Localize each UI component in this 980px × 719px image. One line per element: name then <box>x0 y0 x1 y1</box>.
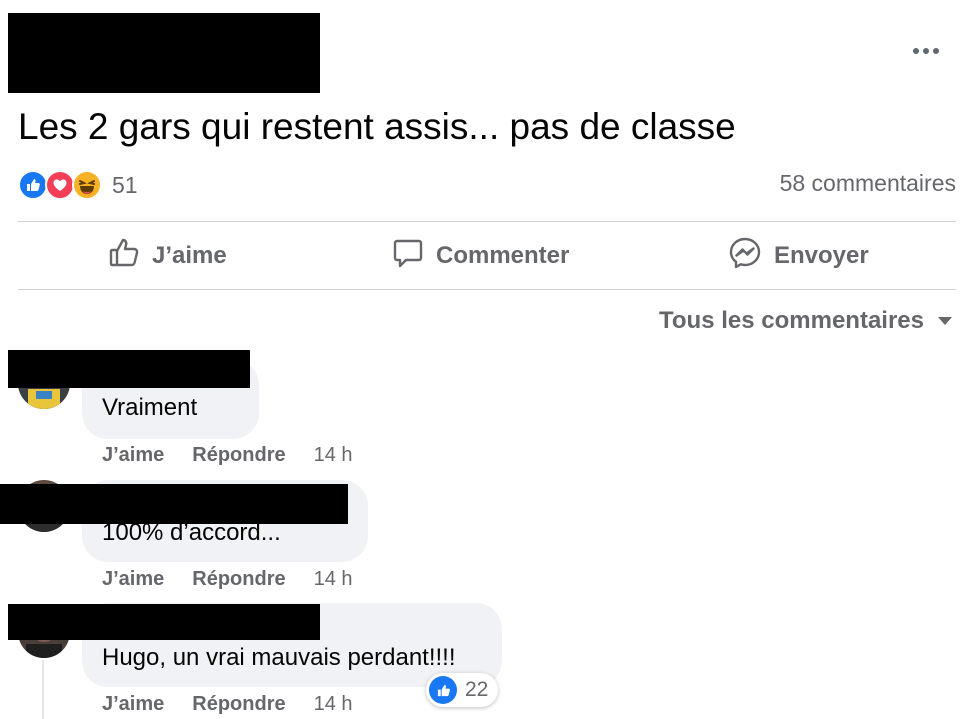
comments-count[interactable]: 58 commentaires <box>780 170 956 197</box>
comment-actions: J’aime Répondre 14 h <box>102 442 353 468</box>
like-icon <box>18 170 48 200</box>
comment-text: 100% d’accord... <box>102 519 281 546</box>
like-icon <box>429 676 457 704</box>
comment-button-label: Commenter <box>436 242 570 269</box>
more-options-icon[interactable] <box>908 40 944 62</box>
thumbs-up-icon <box>108 237 140 276</box>
comment-reply-link[interactable]: Répondre <box>192 444 285 467</box>
post-text: Les 2 gars qui restent assis... pas de c… <box>18 106 736 147</box>
like-button-label: J’aime <box>152 242 227 269</box>
like-button[interactable]: J’aime <box>108 236 227 276</box>
reply-thread-line <box>42 660 44 719</box>
comment-like-count: 22 <box>465 678 489 701</box>
comment-like-link[interactable]: J’aime <box>102 568 164 591</box>
comment-reply-link[interactable]: Répondre <box>192 568 285 591</box>
divider-bottom <box>18 289 956 290</box>
messenger-icon <box>728 236 762 277</box>
comment-reaction-badge[interactable]: 22 <box>426 673 499 707</box>
comment-timestamp[interactable]: 14 h <box>314 444 353 467</box>
send-button-label: Envoyer <box>774 242 869 269</box>
comment-bubble-icon <box>392 237 424 276</box>
reactions-summary[interactable]: 51 <box>18 167 138 203</box>
comment-filter-dropdown[interactable]: Tous les commentaires <box>659 303 952 339</box>
comment-button[interactable]: Commenter <box>392 236 569 276</box>
redacted-commenter-name <box>8 350 250 388</box>
comment-timestamp[interactable]: 14 h <box>314 568 353 591</box>
comment-timestamp[interactable]: 14 h <box>314 693 353 716</box>
redacted-author-name <box>8 13 320 93</box>
comment-reply-link[interactable]: Répondre <box>192 693 285 716</box>
haha-icon <box>72 170 102 200</box>
redacted-commenter-name <box>8 604 320 640</box>
love-icon <box>45 170 75 200</box>
send-button[interactable]: Envoyer <box>728 236 869 276</box>
comment-text: Vraiment <box>102 394 198 421</box>
comment-like-link[interactable]: J’aime <box>102 444 164 467</box>
comment-filter-label: Tous les commentaires <box>659 307 924 334</box>
comment-like-link[interactable]: J’aime <box>102 693 164 716</box>
reaction-count: 51 <box>112 171 138 198</box>
comment-actions: J’aime Répondre 14 h <box>102 566 353 592</box>
redacted-commenter-name <box>0 484 348 524</box>
comment-text: Hugo, un vrai mauvais perdant!!!! <box>102 644 456 671</box>
comment-actions: J’aime Répondre 14 h <box>102 691 353 717</box>
caret-down-icon <box>938 317 952 325</box>
divider-top <box>18 221 956 222</box>
